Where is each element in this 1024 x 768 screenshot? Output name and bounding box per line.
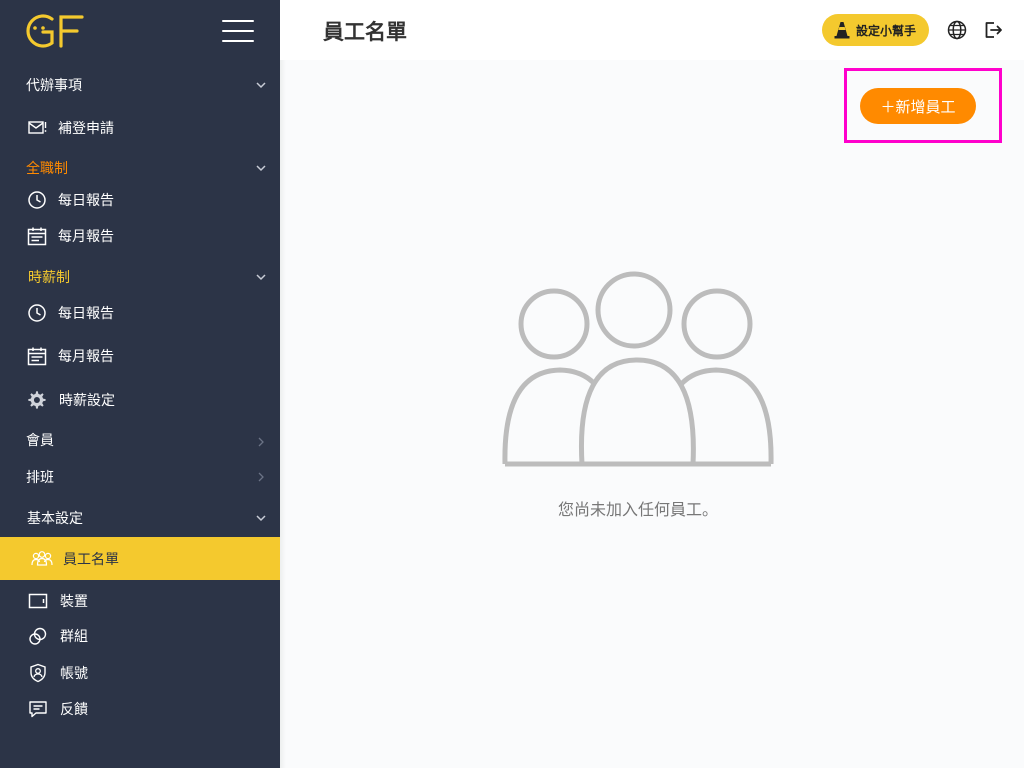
sidebar-group-todo[interactable]: 代辦事項 bbox=[0, 67, 280, 103]
traffic-cone-icon bbox=[834, 22, 850, 39]
sidebar-item-makeup-request[interactable]: 補登申請 bbox=[0, 110, 280, 146]
sidebar-group-hourly[interactable]: 時薪制 bbox=[0, 259, 280, 295]
chevron-down-icon bbox=[256, 515, 266, 522]
setup-helper-button[interactable]: 設定小幫手 bbox=[822, 14, 929, 46]
empty-users-illustration bbox=[502, 271, 774, 467]
sidebar-group-label: 代辦事項 bbox=[26, 78, 82, 94]
logo-bar bbox=[0, 0, 280, 62]
users-icon bbox=[31, 550, 53, 566]
sidebar-item-label: 時薪設定 bbox=[59, 393, 115, 409]
sidebar-item-devices[interactable]: 裝置 bbox=[0, 583, 280, 619]
add-employee-button[interactable]: ＋新增員工 bbox=[860, 88, 976, 124]
sidebar-item-hourly-monthly-report[interactable]: 每月報告 bbox=[0, 338, 280, 374]
hamburger-line bbox=[222, 20, 254, 22]
chevron-down-icon bbox=[256, 165, 266, 172]
main-edge-shadow bbox=[280, 60, 286, 768]
hamburger-menu-button[interactable] bbox=[222, 20, 254, 42]
sidebar-item-label: 每月報告 bbox=[58, 229, 114, 245]
shield-user-icon bbox=[30, 663, 46, 683]
sidebar-group-basic-settings[interactable]: 基本設定 bbox=[0, 500, 280, 536]
hamburger-line bbox=[222, 30, 254, 32]
chat-bubble-icon bbox=[29, 701, 47, 718]
setup-helper-label: 設定小幫手 bbox=[856, 24, 917, 38]
sidebar-group-label: 時薪制 bbox=[28, 270, 70, 286]
sidebar-item-feedback[interactable]: 反饋 bbox=[0, 691, 280, 727]
sidebar-item-label: 帳號 bbox=[60, 666, 88, 682]
tablet-icon bbox=[28, 593, 48, 609]
chevron-right-icon bbox=[258, 472, 264, 482]
top-header: 員工名單 設定小幫手 bbox=[280, 0, 1024, 60]
sidebar-item-label: 群組 bbox=[60, 629, 88, 645]
sidebar-item-account[interactable]: 帳號 bbox=[0, 655, 280, 691]
sidebar-item-fulltime-daily-report[interactable]: 每日報告 bbox=[0, 182, 280, 218]
chevron-right-icon bbox=[258, 437, 264, 447]
sidebar-item-groups[interactable]: 群組 bbox=[0, 618, 280, 654]
calendar-icon bbox=[27, 347, 47, 366]
sidebar-group-label: 會員 bbox=[26, 433, 54, 449]
gf-logo[interactable] bbox=[22, 11, 86, 51]
sidebar-group-label: 全職制 bbox=[26, 161, 68, 177]
chevron-down-icon bbox=[256, 82, 266, 89]
sidebar-item-fulltime-monthly-report[interactable]: 每月報告 bbox=[0, 218, 280, 254]
mail-alert-icon bbox=[28, 121, 47, 134]
sidebar-item-hourly-settings[interactable]: 時薪設定 bbox=[0, 382, 280, 418]
chevron-down-icon bbox=[256, 274, 266, 281]
sidebar-item-label: 補登申請 bbox=[58, 121, 114, 137]
clock-icon bbox=[28, 304, 46, 322]
sidebar-group-scheduling[interactable]: 排班 bbox=[0, 459, 280, 495]
sidebar-item-label: 員工名單 bbox=[63, 551, 119, 568]
sidebar-item-label: 每日報告 bbox=[58, 193, 114, 209]
sidebar: 代辦事項 補登申請 全職制 每日報告 每月報告 時薪制 每日報告 每月報告 時薪… bbox=[0, 0, 280, 768]
sidebar-item-label: 每日報告 bbox=[58, 306, 114, 322]
sidebar-item-label: 每月報告 bbox=[58, 349, 114, 365]
sidebar-group-fulltime[interactable]: 全職制 bbox=[0, 150, 280, 186]
globe-icon[interactable] bbox=[947, 20, 967, 40]
page-title: 員工名單 bbox=[323, 20, 407, 44]
sidebar-group-members[interactable]: 會員 bbox=[0, 422, 280, 458]
calendar-icon bbox=[27, 227, 47, 246]
sidebar-item-employee-list[interactable]: 員工名單 bbox=[0, 537, 280, 580]
gear-icon bbox=[28, 391, 46, 409]
sidebar-group-label: 排班 bbox=[26, 470, 54, 486]
hamburger-line bbox=[222, 40, 254, 42]
sidebar-item-label: 反饋 bbox=[60, 702, 88, 718]
logout-icon[interactable] bbox=[983, 20, 1003, 40]
clock-icon bbox=[28, 191, 46, 209]
sidebar-item-label: 裝置 bbox=[60, 594, 88, 610]
sidebar-group-label: 基本設定 bbox=[27, 511, 83, 527]
empty-state-message: 您尚未加入任何員工。 bbox=[557, 500, 718, 519]
group-circles-icon bbox=[29, 627, 47, 645]
sidebar-item-hourly-daily-report[interactable]: 每日報告 bbox=[0, 295, 280, 331]
